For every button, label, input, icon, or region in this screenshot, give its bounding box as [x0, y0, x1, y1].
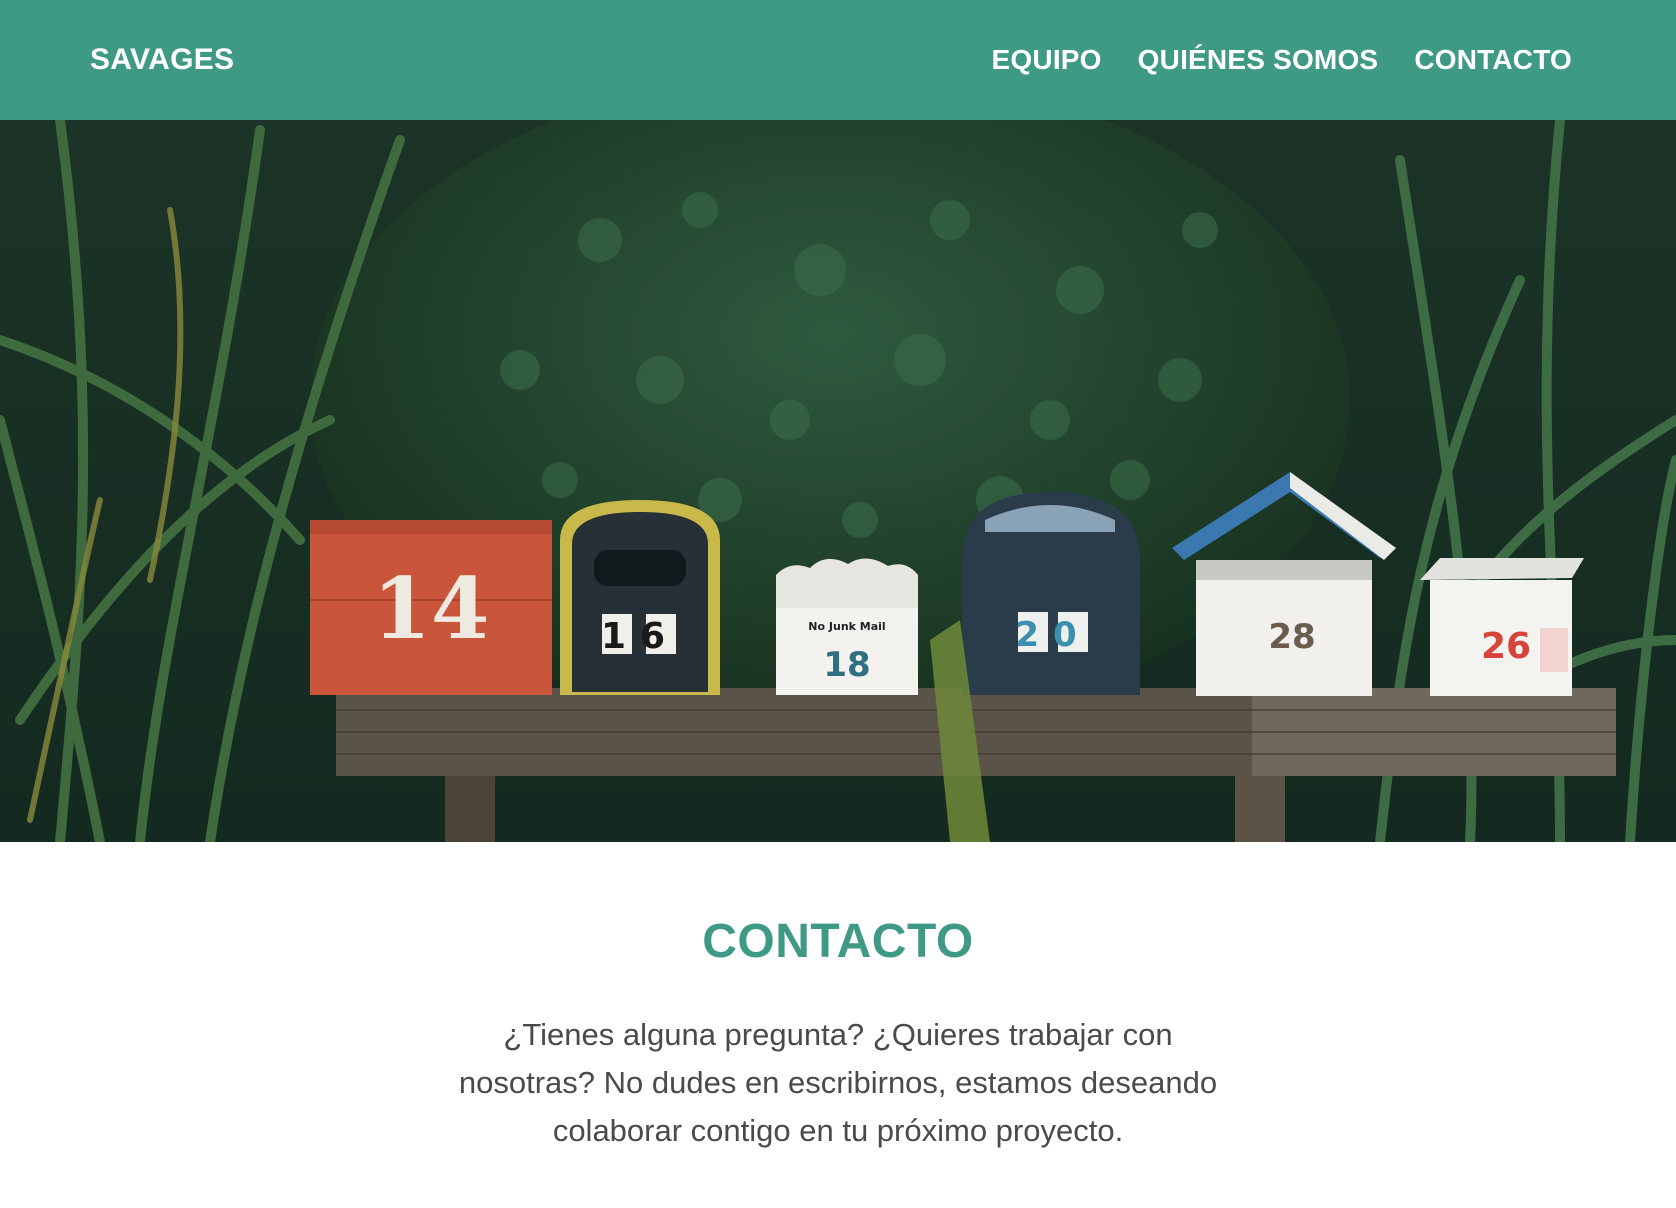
no-junk-mail-sign: No Junk Mail	[808, 620, 885, 633]
mailbox-number: 26	[1481, 626, 1531, 667]
nav-item-quienes-somos[interactable]: QUIÉNES SOMOS	[1138, 44, 1379, 76]
mailbox-14: 14	[310, 520, 552, 695]
contact-section: CONTACTO ¿Tienes alguna pregunta? ¿Quier…	[0, 842, 1676, 1208]
mailbox-number: 28	[1268, 617, 1315, 657]
mailbox-number: 16	[601, 616, 679, 657]
contact-text: ¿Tienes alguna pregunta? ¿Quieres trabaj…	[458, 1017, 1218, 1148]
mailbox-number: 18	[823, 645, 870, 685]
mailbox-18: No Junk Mail 18	[776, 558, 918, 695]
nav-item-equipo[interactable]: EQUIPO	[992, 44, 1102, 76]
hero-image: 14 16 No Junk Mail 18 20 28 26	[0, 120, 1676, 842]
mailbox-20: 20	[962, 492, 1140, 695]
mailboxes-illustration: 14 16 No Junk Mail 18 20 28 26	[0, 120, 1676, 842]
nav-item-contacto[interactable]: CONTACTO	[1414, 44, 1572, 76]
mailbox-number: 14	[373, 559, 490, 658]
site-header: SAVAGES EQUIPO QUIÉNES SOMOS CONTACTO	[0, 0, 1676, 120]
contact-title: CONTACTO	[702, 915, 974, 968]
mailbox-number: 20	[1015, 615, 1090, 655]
main-nav: EQUIPO QUIÉNES SOMOS CONTACTO	[992, 44, 1572, 76]
site-logo[interactable]: SAVAGES	[90, 43, 234, 77]
mailbox-16: 16	[560, 500, 720, 695]
